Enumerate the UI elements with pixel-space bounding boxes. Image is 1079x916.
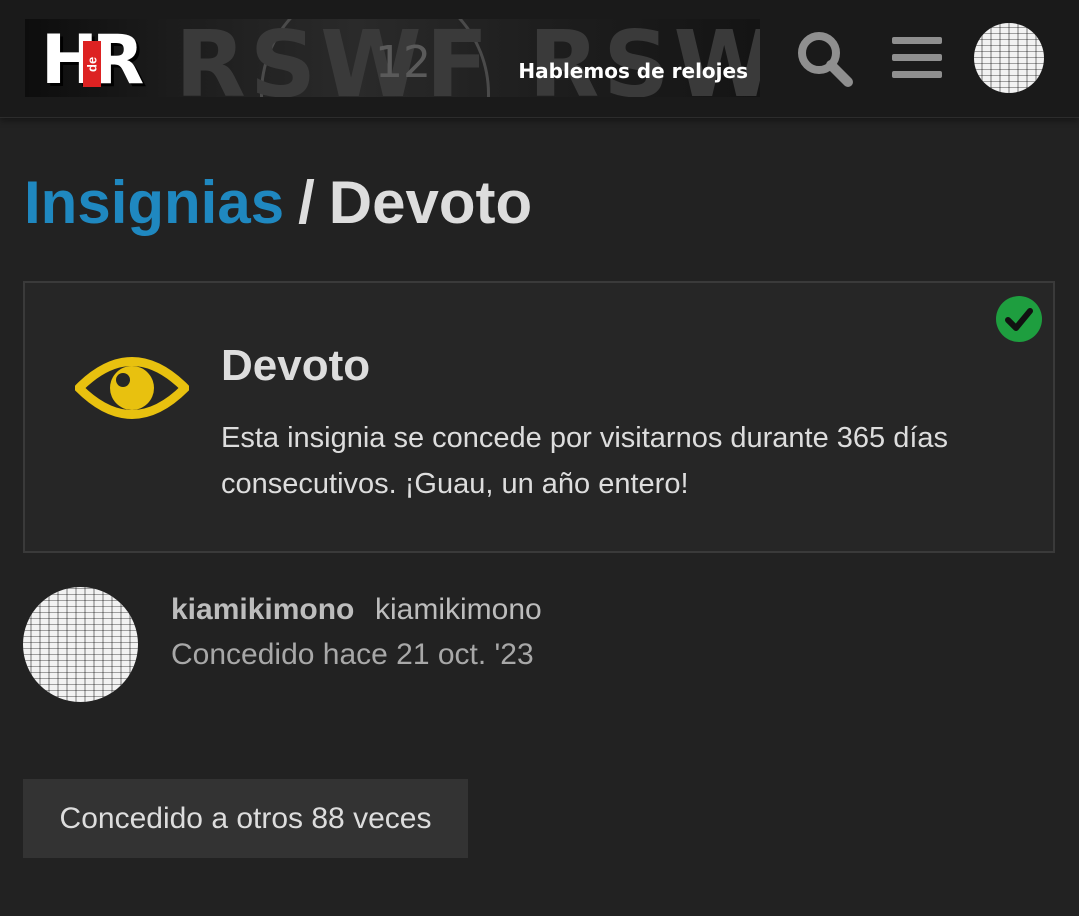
grant-date: Concedido hace 21 oct. '23: [171, 638, 534, 671]
page-title-breadcrumb: Insignias / Devoto: [24, 168, 532, 237]
user-avatar[interactable]: [974, 23, 1044, 93]
site-header: RSWF RSWF 12 HR de Hablemos de relojes: [0, 0, 1079, 118]
logo-tagline: Hablemos de relojes: [518, 59, 748, 83]
badge-grant-item: kiamikimono kiamikimono Concedido hace 2…: [23, 587, 1055, 703]
badge-card: Devoto Esta insignia se concede por visi…: [23, 281, 1055, 553]
breadcrumb-separator: /: [298, 169, 315, 236]
eye-icon: [74, 357, 190, 419]
badge-title: Devoto: [221, 341, 371, 390]
granted-check-badge: [996, 296, 1042, 347]
badge-description: Esta insignia se concede por visitarnos …: [221, 422, 949, 500]
check-circle-icon: [996, 296, 1042, 342]
grant-username-link[interactable]: kiamikimono: [171, 593, 354, 627]
badge-icon: [74, 349, 190, 432]
logo-de-text: de: [83, 41, 101, 87]
grant-user-avatar[interactable]: [23, 587, 138, 702]
hamburger-menu-button[interactable]: [885, 26, 949, 90]
logo-dial-number: 12: [375, 37, 431, 88]
search-icon: [798, 32, 853, 87]
breadcrumb-insignias-link[interactable]: Insignias: [24, 169, 284, 236]
breadcrumb-current: Devoto: [328, 169, 533, 236]
grant-user-name[interactable]: kiamikimono: [375, 593, 542, 627]
granted-to-others-button[interactable]: Concedido a otros 88 veces: [23, 779, 468, 858]
hamburger-menu-icon: [892, 37, 942, 78]
logo-background-text: RSWF RSWF: [175, 19, 760, 97]
avatar-image: [23, 587, 138, 702]
site-logo[interactable]: RSWF RSWF 12 HR de Hablemos de relojes: [25, 19, 760, 97]
avatar-image: [974, 23, 1044, 93]
search-button[interactable]: [792, 26, 856, 90]
